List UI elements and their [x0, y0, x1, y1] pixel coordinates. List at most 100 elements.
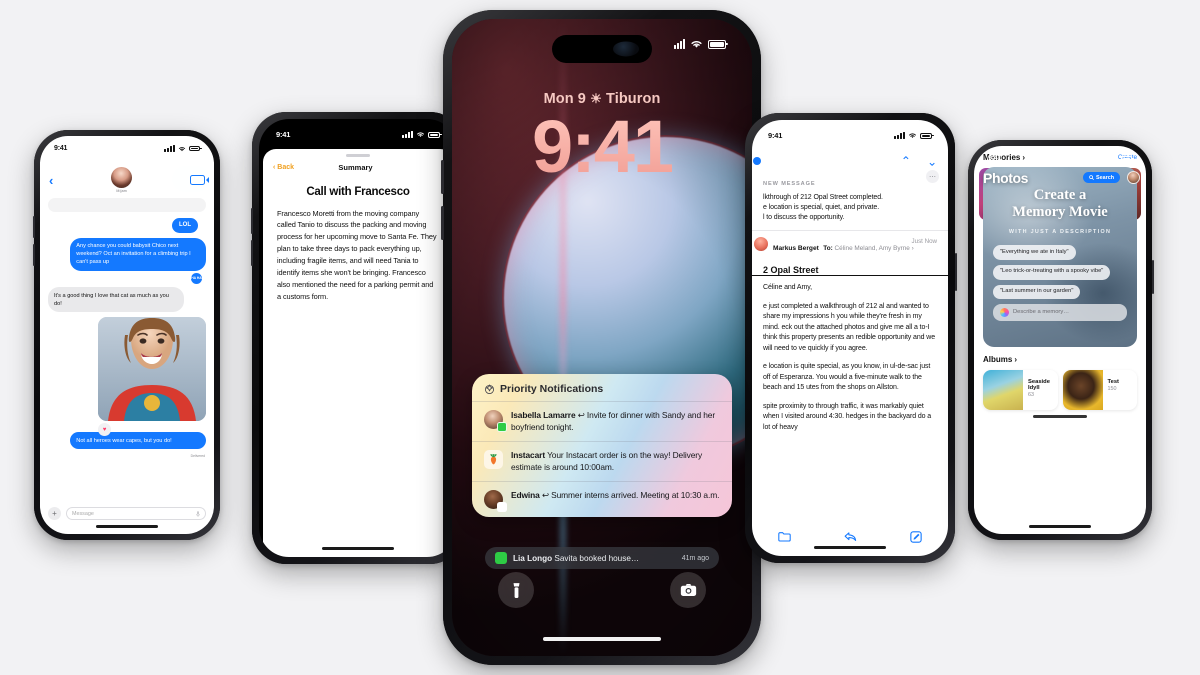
- priority-notifications-title: Priority Notifications: [500, 383, 604, 395]
- back-chevron-icon[interactable]: ‹: [49, 174, 53, 187]
- microphone-icon[interactable]: [196, 510, 200, 517]
- albums-row[interactable]: Seaside Idyll 63 Test 150: [983, 370, 1137, 410]
- tapback-haha[interactable]: HA HA: [191, 273, 202, 285]
- back-button[interactable]: ‹ Back: [273, 164, 294, 171]
- album-name: Seaside Idyll: [1028, 379, 1050, 391]
- status-bar: 9:41: [276, 130, 442, 139]
- summary-sheet: ‹ Back Summary Call with Francesco Franc…: [263, 149, 453, 557]
- memory-title-line2: Memory Movie: [1012, 204, 1108, 221]
- avatar-edwina: [484, 490, 507, 513]
- battery-icon: [708, 39, 728, 49]
- more-options-icon[interactable]: ⋯: [926, 170, 939, 183]
- summary-body: Francesco Moretti from the moving compan…: [277, 208, 437, 302]
- mail-recipients: To: Céline Meland, Amy Byrne ›: [823, 245, 914, 252]
- front-camera-icon: [613, 41, 639, 57]
- message-composer[interactable]: + Message: [40, 504, 214, 523]
- folder-icon[interactable]: [778, 531, 792, 542]
- power-button[interactable]: [954, 253, 957, 291]
- apple-intelligence-icon: [1000, 308, 1009, 318]
- mail-paragraph: e just completed a walkthrough of 212 al…: [763, 302, 936, 352]
- albums-title[interactable]: Albums ›: [983, 355, 1017, 364]
- messages-icon: [495, 552, 507, 564]
- volume-down-button[interactable]: [441, 206, 444, 240]
- wifi-icon: [909, 133, 916, 139]
- volume-down-button[interactable]: [250, 240, 253, 266]
- power-button[interactable]: [1151, 260, 1154, 294]
- volume-up-button[interactable]: [32, 216, 35, 238]
- volume-up-button[interactable]: [250, 208, 253, 234]
- contact-name: Mijam: [116, 189, 127, 193]
- phone-summary: 9:41 ‹ Back Summary Call with Francesco …: [250, 112, 464, 564]
- album-card[interactable]: Test 150: [1062, 370, 1137, 410]
- message-bubble: Any chance you could babysit Chico next …: [70, 237, 206, 272]
- message-row: LOL: [40, 218, 214, 238]
- mail-sender-row[interactable]: Markus Berget To: Céline Meland, Amy Byr…: [752, 230, 948, 261]
- mail-summary-block: NEW MESSAGE ⋯ lkthrough of 212 Opal Stre…: [752, 170, 948, 223]
- unread-dot-icon: [753, 157, 761, 165]
- cellular-icon: [164, 145, 175, 152]
- notification-text: Isabella Lamarre ↩ Invite for dinner wit…: [511, 410, 720, 433]
- notification-text: Instacart Your Instacart order is on the…: [511, 450, 720, 473]
- mail-summary-line: l to discuss the opportunity.: [763, 214, 845, 222]
- screenshot-stage: 9:41 ‹ Mijam LOL Any chance you could ba…: [0, 0, 1200, 675]
- previous-message-icon[interactable]: ⌃: [901, 155, 911, 167]
- mail-summary-line: lkthrough of 212 Opal Street completed.: [763, 194, 883, 201]
- memory-suggestion-chip[interactable]: "Leo trick-or-treating with a spooky vib…: [993, 264, 1111, 280]
- phone-mail: 9:41 ⌃ ⌃ NEW MESSAGE ⋯ lkthrough of 212 …: [745, 113, 957, 563]
- search-button[interactable]: Search: [1083, 172, 1120, 183]
- describe-memory-input[interactable]: Describe a memory…: [993, 304, 1127, 322]
- summary-heading: Call with Francesco: [306, 185, 410, 198]
- memory-card-title: Create a Memory Movie: [983, 187, 1137, 221]
- avatar[interactable]: [1127, 171, 1140, 184]
- lock-clock: 9:41: [452, 104, 752, 189]
- memory-card-subtitle: WITH JUST A DESCRIPTION: [1008, 229, 1112, 235]
- memory-suggestions: "Everything we ate in Italy" "Leo trick-…: [993, 245, 1127, 322]
- instacart-carrot-icon: [484, 450, 503, 470]
- flashlight-button[interactable]: [498, 572, 534, 608]
- mail-navbar: ⌃ ⌃: [752, 151, 948, 171]
- scroll-indicator[interactable]: [1033, 415, 1087, 418]
- wifi-icon: [178, 146, 186, 151]
- contact-header[interactable]: Mijam: [111, 167, 133, 193]
- album-name: Test: [1107, 379, 1120, 385]
- summary-nav-title: Summary: [338, 162, 373, 172]
- messages-screen: 9:41 ‹ Mijam LOL Any chance you could ba…: [40, 136, 214, 534]
- compose-icon[interactable]: [909, 530, 922, 543]
- wifi-icon: [417, 132, 424, 138]
- wifi-icon: [691, 41, 702, 48]
- album-count: 150: [1107, 386, 1117, 392]
- album-card[interactable]: Seaside Idyll 63: [983, 370, 1058, 410]
- memory-suggestion-chip[interactable]: "Last summer in our garden": [993, 284, 1081, 300]
- reply-glyph-icon: ↩: [541, 490, 549, 501]
- battery-icon: [189, 145, 202, 152]
- mail-summary-label: NEW MESSAGE: [763, 181, 816, 187]
- battery-icon: [428, 131, 442, 138]
- summary-screen: 9:41 ‹ Back Summary Call with Francesco …: [259, 119, 457, 557]
- status-time: 9:41: [988, 155, 1002, 162]
- camera-button[interactable]: [670, 572, 706, 608]
- volume-down-button[interactable]: [32, 244, 35, 266]
- status-time: 9:41: [768, 131, 783, 140]
- message-thread[interactable]: LOL Any chance you could babysit Chico n…: [40, 198, 214, 504]
- stacked-notification[interactable]: Lia Longo Savita booked house… 41m ago: [485, 547, 719, 569]
- genmoji-image[interactable]: [98, 317, 206, 422]
- status-time: 9:41: [54, 145, 68, 152]
- notification-row[interactable]: Isabella Lamarre ↩ Invite for dinner wit…: [472, 401, 732, 441]
- notification-row[interactable]: Edwina ↩ Summer interns arrived. Meeting…: [472, 481, 732, 517]
- memory-movie-card[interactable]: Create a Memory Movie WITH JUST A DESCRI…: [983, 167, 1137, 347]
- notification-row[interactable]: Instacart Your Instacart order is on the…: [472, 441, 732, 481]
- search-icon: [1089, 175, 1094, 180]
- message-input[interactable]: Message: [66, 507, 206, 520]
- reply-icon[interactable]: [844, 531, 857, 542]
- next-message-icon[interactable]: ⌃: [927, 154, 937, 168]
- volume-up-button[interactable]: [441, 160, 444, 194]
- home-indicator: [543, 636, 661, 641]
- describe-memory-placeholder: Describe a memory…: [1013, 309, 1070, 316]
- wifi-icon: [1110, 156, 1118, 161]
- cellular-icon: [894, 131, 905, 140]
- slack-icon: [497, 502, 507, 513]
- facetime-video-icon[interactable]: [190, 175, 209, 185]
- plus-icon[interactable]: +: [48, 507, 61, 520]
- memory-suggestion-chip[interactable]: "Everything we ate in Italy": [993, 245, 1076, 260]
- priority-notifications-card[interactable]: Priority Notifications Isabella Lamarre …: [472, 374, 732, 518]
